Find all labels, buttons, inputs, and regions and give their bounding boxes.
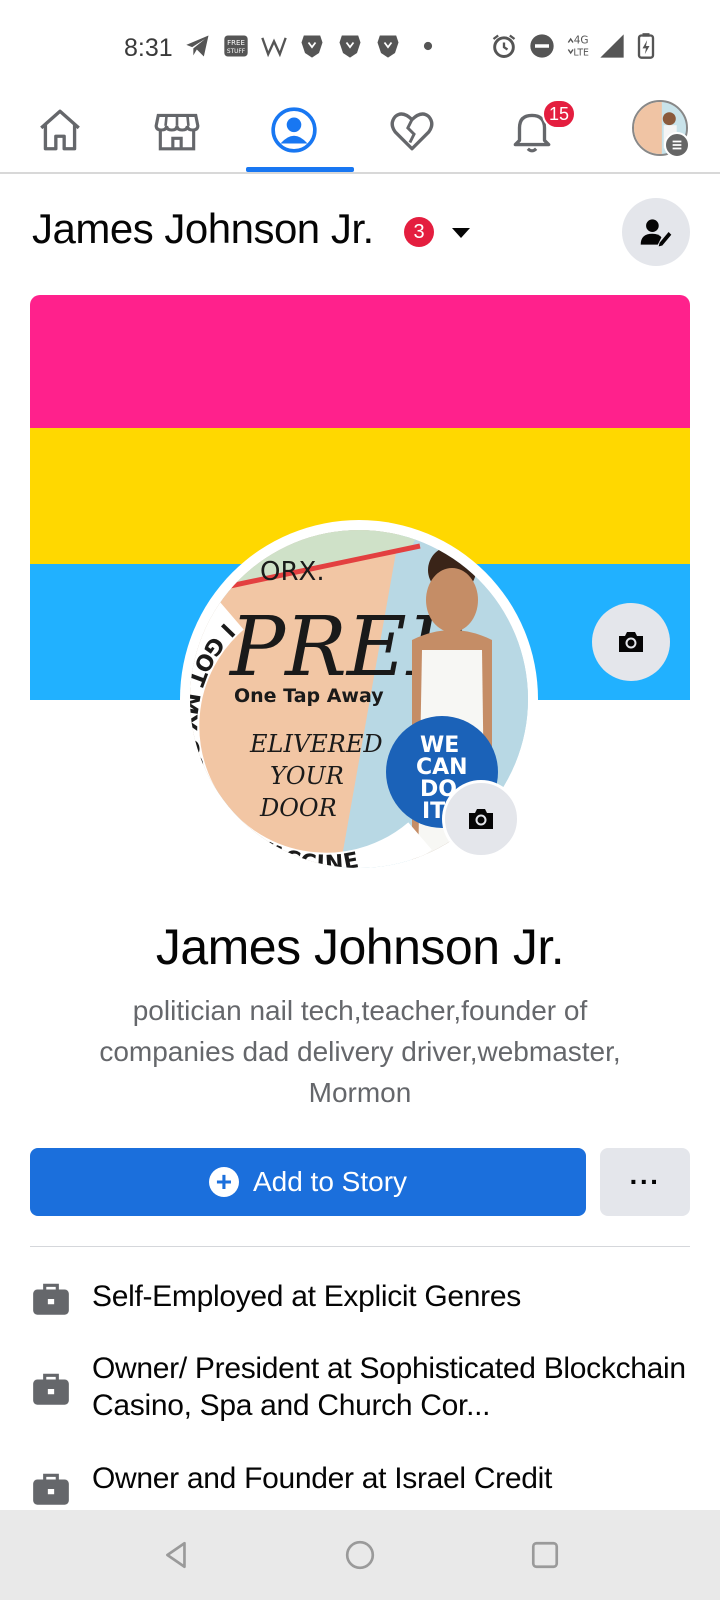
briefcase-icon: [33, 1473, 69, 1505]
detail-item[interactable]: Self-Employed at Explicit Genres: [30, 1278, 690, 1320]
recents-button[interactable]: [520, 1530, 570, 1580]
cover-camera-button[interactable]: [592, 603, 670, 681]
alarm-icon: [490, 32, 518, 60]
dot-icon: [414, 32, 442, 60]
more-options-button[interactable]: ···: [600, 1148, 690, 1216]
detail-text: Owner and Founder at Israel Credit: [92, 1460, 552, 1497]
detail-text: Owner/ President at Sophisticated Blockc…: [92, 1350, 690, 1424]
brave-icon: [336, 32, 364, 60]
top-nav: [0, 90, 720, 174]
nav-marketplace[interactable]: [117, 90, 237, 170]
account-switch-badge: 3: [404, 217, 434, 247]
camera-icon: [469, 809, 493, 829]
store-icon: [154, 113, 200, 151]
nav-profile[interactable]: [234, 90, 354, 170]
detail-item[interactable]: Owner and Founder at Israel Credit: [30, 1460, 690, 1510]
edit-profile-button[interactable]: [622, 198, 690, 266]
camera-icon: [619, 632, 643, 652]
add-to-story-button[interactable]: + Add to Story: [30, 1148, 586, 1216]
home-icon: [40, 109, 80, 151]
dnd-icon: [528, 32, 556, 60]
detail-company[interactable]: Israel Credit: [394, 1462, 552, 1495]
profile-bio: politician nail tech,teacher,founder of …: [99, 995, 621, 1108]
status-bar: 8:31 FREE STUFF 4G LTE: [0, 0, 720, 90]
brave-icon: [374, 32, 402, 60]
svg-text:FREE: FREE: [227, 39, 245, 47]
notification-count-badge: 15: [542, 99, 576, 129]
4g-lte-icon: 4G LTE: [566, 32, 594, 60]
profile-icon: [271, 107, 317, 153]
battery-icon: [632, 32, 660, 60]
divider: [30, 1246, 690, 1247]
profile-details: Self-Employed at Explicit Genres Owner/ …: [0, 1250, 720, 1510]
detail-prefix: Owner and Founder at: [92, 1462, 395, 1495]
svg-text:LTE: LTE: [573, 47, 589, 58]
active-tab-indicator: [246, 167, 354, 172]
tagline-text: One Tap Away: [234, 685, 384, 707]
brave-icon: [298, 32, 326, 60]
detail-company[interactable]: Explicit Genres: [324, 1280, 522, 1313]
cover-stripe-pink: [30, 295, 690, 428]
home-circle-icon: [345, 1540, 375, 1570]
recents-icon: [531, 1541, 559, 1569]
plus-icon: +: [208, 1167, 239, 1197]
svg-text:4G: 4G: [574, 35, 589, 47]
briefcase-icon: [33, 1373, 69, 1405]
add-to-story-label: Add to Story: [252, 1166, 408, 1197]
delivered-text: ELIVERED: [249, 730, 383, 758]
heart-icon: [390, 112, 434, 151]
nav-home[interactable]: [0, 90, 120, 170]
home-button[interactable]: [335, 1530, 385, 1580]
profile-camera-button[interactable]: [442, 780, 520, 858]
nav-dating[interactable]: [352, 90, 472, 170]
profile-header-name[interactable]: James Johnson Jr.: [32, 205, 374, 253]
chevron-down-icon[interactable]: [452, 228, 470, 238]
system-nav-bar: [0, 1510, 720, 1600]
telegram-icon: [184, 32, 212, 60]
briefcase-icon: [33, 1283, 69, 1315]
detail-prefix: Owner/ President at: [92, 1352, 360, 1385]
back-button[interactable]: [152, 1530, 202, 1580]
your-text: YOUR: [270, 762, 344, 790]
nav-notifications[interactable]: [472, 90, 592, 170]
profile-name: James Johnson Jr.: [155, 919, 565, 975]
detail-text: Self-Employed at Explicit Genres: [92, 1278, 521, 1315]
signal-icon: [598, 32, 626, 60]
back-icon: [166, 1541, 186, 1569]
brand-text: ORX.: [260, 557, 325, 587]
status-time: 8:31: [124, 34, 173, 62]
menu-icon: [664, 132, 690, 158]
detail-prefix: Self-Employed at: [92, 1280, 324, 1313]
person-edit-icon: [640, 219, 672, 247]
w-icon: [260, 32, 288, 60]
detail-item[interactable]: Owner/ President at Sophisticated Blockc…: [30, 1350, 690, 1424]
door-text: DOOR: [259, 794, 337, 822]
svg-text:STUFF: STUFF: [227, 49, 246, 55]
free-stuff-icon: FREE STUFF: [222, 32, 250, 60]
